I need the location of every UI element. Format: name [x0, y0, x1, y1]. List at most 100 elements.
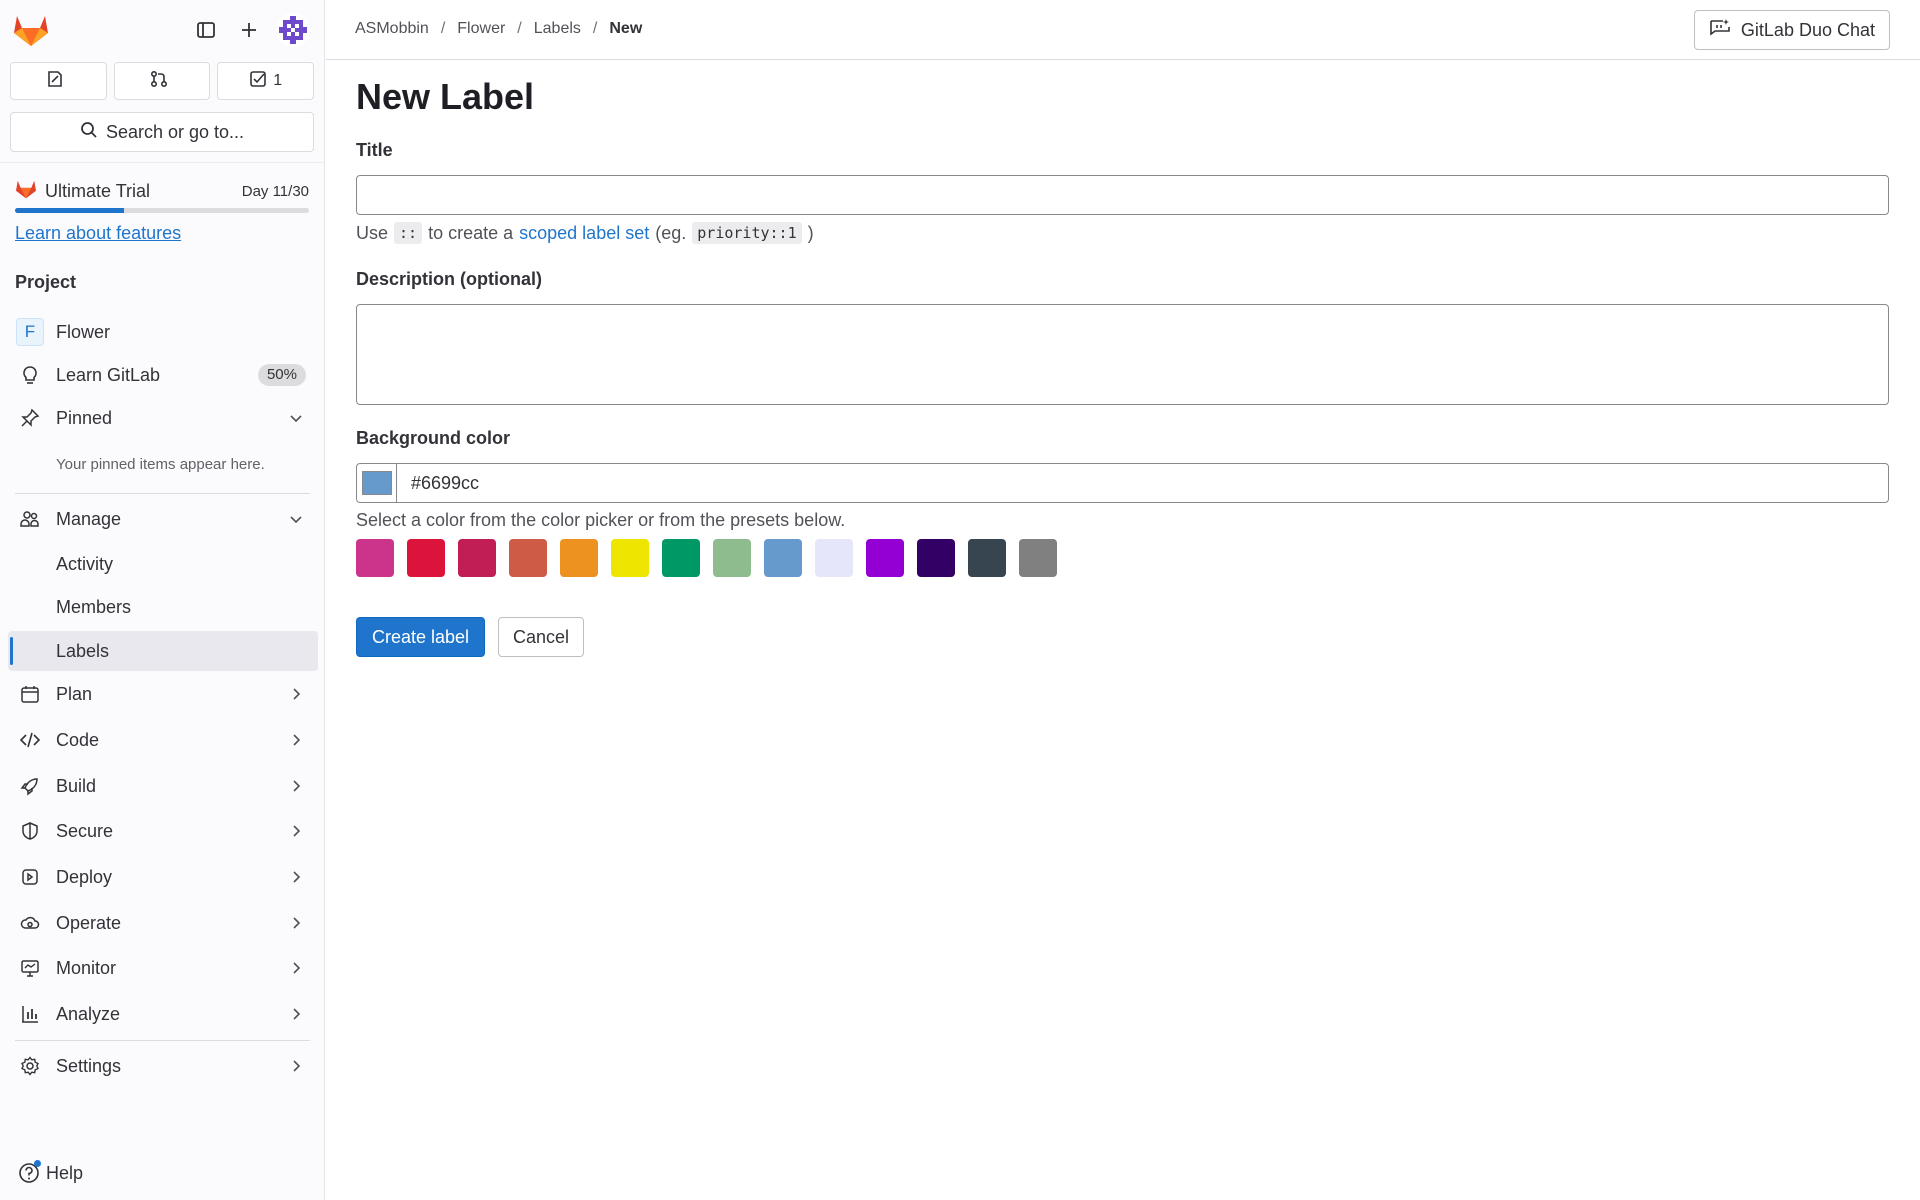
sidebar: 1 Search or go to... Ultimate Trial Day … — [0, 0, 325, 1200]
hint-text: (eg. — [655, 222, 687, 243]
monitor-icon — [20, 958, 40, 978]
trial-title: Ultimate Trial — [45, 181, 151, 201]
search-button[interactable]: Search or go to... — [10, 112, 314, 152]
sidebar-item-project[interactable]: F Flower — [8, 312, 318, 352]
sidebar-item-secure[interactable]: Secure — [8, 811, 318, 851]
color-preset-swatch[interactable] — [764, 539, 802, 577]
chevron-down-icon — [290, 516, 302, 524]
duo-chat-label: GitLab Duo Chat — [1740, 19, 1875, 40]
hint-text: to create a — [428, 222, 514, 243]
color-preset-swatch[interactable] — [713, 539, 751, 577]
trial-day: Day 11/30 — [241, 183, 309, 200]
duo-chat-icon — [1709, 18, 1731, 43]
color-preset-swatch[interactable] — [815, 539, 853, 577]
sidebar-item-label: Analyze — [56, 1003, 121, 1024]
chevron-right-icon — [293, 780, 301, 792]
learn-features-link[interactable]: Learn about features — [15, 223, 181, 244]
help-label: Help — [46, 1162, 84, 1183]
sidebar-item-label: Deploy — [56, 866, 113, 887]
help-icon — [18, 1160, 41, 1184]
chevron-right-icon — [293, 1008, 301, 1020]
sidebar-item-labels[interactable]: Labels — [8, 631, 318, 671]
sidebar-item-label: Operate — [56, 912, 122, 933]
breadcrumb-item[interactable]: Flower — [457, 20, 505, 38]
gitlab-logo-icon[interactable] — [13, 13, 49, 47]
sidebar-item-build[interactable]: Build — [8, 766, 318, 806]
color-preset-swatch[interactable] — [968, 539, 1006, 577]
sidebar-item-label: Monitor — [56, 957, 117, 978]
gear-icon — [20, 1056, 40, 1076]
color-preset-swatch[interactable] — [356, 539, 394, 577]
create-new-icon[interactable] — [233, 14, 265, 46]
color-value: #6699cc — [411, 472, 480, 493]
create-label-button[interactable]: Create label — [356, 617, 486, 657]
chevron-right-icon — [293, 962, 301, 974]
sidebar-item-members[interactable]: Members — [8, 587, 318, 627]
page-title: New Label — [356, 76, 535, 117]
color-preset-swatch[interactable] — [917, 539, 955, 577]
chart-icon — [20, 1004, 40, 1024]
sidebar-item-label: Labels — [56, 640, 110, 661]
pin-icon — [20, 408, 40, 428]
sidebar-item-analyze[interactable]: Analyze — [8, 994, 318, 1034]
todos-count: 1 — [273, 72, 283, 89]
color-preset-swatch[interactable] — [509, 539, 547, 577]
color-picker-button[interactable] — [357, 464, 397, 502]
project-section-title: Project — [15, 272, 77, 292]
trial-progress-bar — [15, 208, 309, 213]
duo-chat-button[interactable]: GitLab Duo Chat — [1693, 10, 1890, 50]
description-textarea[interactable] — [356, 304, 1889, 405]
divider — [15, 1040, 310, 1041]
sidebar-item-manage[interactable]: Manage — [8, 499, 318, 539]
chevron-right-icon — [293, 688, 301, 700]
breadcrumb-separator: / — [440, 20, 446, 37]
sidebar-item-operate[interactable]: Operate — [8, 903, 318, 943]
scoped-label-link[interactable]: scoped label set — [519, 223, 649, 244]
sidebar-item-monitor[interactable]: Monitor — [8, 948, 318, 988]
title-label: Title — [356, 140, 393, 160]
assigned-issues-button[interactable] — [10, 62, 107, 100]
divider — [15, 493, 310, 494]
color-preset-swatch[interactable] — [407, 539, 445, 577]
hint-text: ) — [807, 222, 814, 243]
color-preset-swatch[interactable] — [611, 539, 649, 577]
color-input[interactable]: #6699cc — [356, 463, 1889, 503]
sidebar-item-label: Code — [56, 729, 100, 750]
calendar-icon — [20, 684, 40, 704]
sidebar-item-label: Activity — [56, 553, 114, 574]
users-icon — [20, 509, 40, 529]
color-preset-swatch[interactable] — [458, 539, 496, 577]
trial-progress-fill — [15, 208, 124, 213]
search-icon — [80, 121, 98, 144]
sidebar-item-pinned[interactable]: Pinned — [8, 398, 318, 438]
rocket-icon — [20, 776, 40, 796]
cancel-button[interactable]: Cancel — [498, 617, 585, 657]
merge-requests-button[interactable] — [113, 62, 211, 100]
pinned-empty-note: Your pinned items appear here. — [56, 456, 265, 473]
toggle-sidebar-icon[interactable] — [190, 14, 222, 46]
title-input[interactable] — [356, 175, 1889, 215]
sidebar-item-code[interactable]: Code — [8, 720, 318, 760]
todo-icon — [249, 70, 267, 93]
color-preset-swatch[interactable] — [560, 539, 598, 577]
sidebar-item-settings[interactable]: Settings — [8, 1046, 318, 1086]
breadcrumb-item[interactable]: ASMobbin — [355, 20, 429, 38]
code-icon — [20, 730, 40, 750]
sidebar-item-learn-gitlab[interactable]: Learn GitLab 50% — [8, 355, 318, 395]
breadcrumb-current: New — [609, 20, 643, 37]
todos-button[interactable]: 1 — [217, 62, 315, 100]
learn-progress-badge: 50% — [257, 364, 306, 386]
sidebar-item-label: Members — [56, 596, 132, 617]
sidebar-item-plan[interactable]: Plan — [8, 674, 318, 714]
color-preset-swatch[interactable] — [1019, 539, 1057, 577]
breadcrumb-item[interactable]: Labels — [534, 20, 581, 38]
title-hint: Use :: to create a scoped label set (eg.… — [356, 222, 814, 244]
help-button[interactable]: Help — [18, 1160, 84, 1184]
sidebar-item-label: Build — [56, 775, 97, 796]
color-preset-swatch[interactable] — [662, 539, 700, 577]
user-avatar[interactable] — [276, 13, 310, 47]
sidebar-item-activity[interactable]: Activity — [8, 544, 318, 584]
color-preset-swatch[interactable] — [866, 539, 904, 577]
sidebar-item-deploy[interactable]: Deploy — [8, 857, 318, 897]
breadcrumb-separator: / — [517, 20, 522, 37]
